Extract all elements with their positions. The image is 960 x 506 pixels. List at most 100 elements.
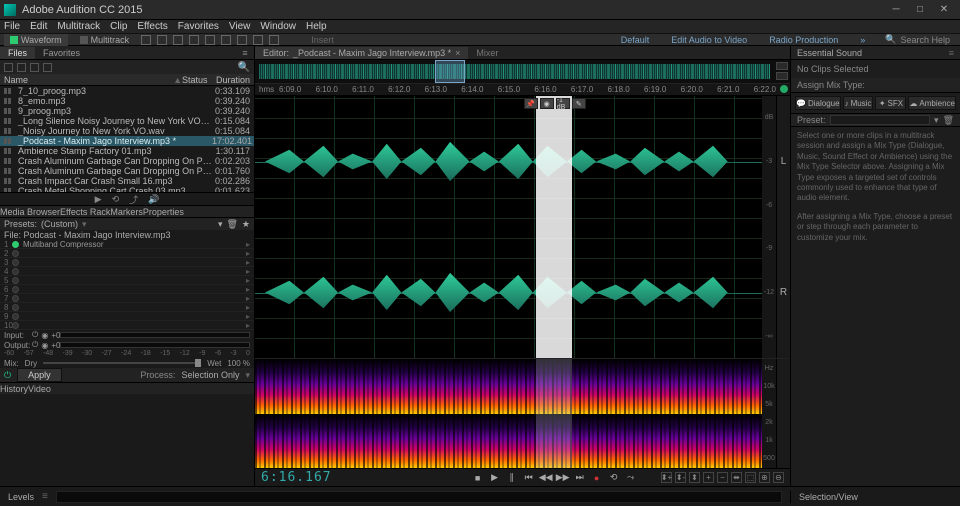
stop-button[interactable]: ■ — [472, 472, 484, 484]
zoom-reset-amp-icon[interactable]: ⬍ — [689, 472, 700, 483]
tool-marquee-icon[interactable] — [221, 35, 231, 45]
panel-menu-icon[interactable]: ≡ — [949, 48, 954, 58]
mixtype-sfx-button[interactable]: ✦SFX — [875, 96, 906, 110]
channel-right[interactable] — [255, 227, 762, 358]
output-power-icon[interactable]: ⏻ — [32, 340, 38, 350]
pause-button[interactable]: ∥ — [506, 472, 518, 484]
tab-media-browser[interactable]: Media Browser — [0, 207, 60, 217]
slot-power-icon[interactable] — [12, 286, 19, 293]
menu-view[interactable]: View — [229, 21, 251, 32]
effect-slot[interactable]: 2▸ — [0, 249, 254, 258]
filter-icon[interactable]: 🔍 — [238, 62, 250, 73]
autoplay-icon[interactable]: ⤴ — [129, 193, 138, 206]
slot-power-icon[interactable] — [12, 250, 19, 257]
zoom-out-time-icon[interactable]: − — [717, 472, 728, 483]
es-preset-dropdown[interactable] — [830, 115, 931, 125]
workspace-edit-audio[interactable]: Edit Audio to Video — [663, 35, 755, 45]
view-waveform-button[interactable]: Waveform — [4, 34, 68, 46]
slot-menu-icon[interactable]: ▸ — [246, 303, 250, 312]
file-row[interactable]: _Noisy Journey to New York VO.wav0:15.08… — [0, 126, 254, 136]
zoom-in-time-icon[interactable]: + — [703, 472, 714, 483]
timecode[interactable]: 6:16.167 — [261, 470, 332, 485]
workspace-radio[interactable]: Radio Production — [761, 35, 846, 45]
col-status[interactable]: Status — [182, 75, 212, 85]
spectral-canvas[interactable] — [255, 359, 762, 468]
slot-menu-icon[interactable]: ▸ — [246, 321, 250, 330]
file-row[interactable]: Crash Aluminum Garbage Can Dropping On P… — [0, 166, 254, 176]
minimize-button[interactable]: ─ — [884, 2, 908, 18]
slot-menu-icon[interactable]: ▸ — [246, 249, 250, 258]
spectral-display[interactable]: Hz10k5k2k1k500 — [255, 358, 790, 468]
menu-edit[interactable]: Edit — [30, 21, 47, 32]
presets-dropdown-icon[interactable]: ▾ — [82, 219, 87, 230]
tab-files[interactable]: Files — [0, 47, 35, 59]
overview-waveform[interactable] — [255, 60, 790, 84]
hud-edit-icon[interactable]: ✎ — [572, 98, 586, 109]
goto-end-button[interactable]: ⏭ — [574, 472, 586, 484]
slot-power-icon[interactable] — [12, 241, 19, 248]
tool-hud-icon[interactable] — [141, 35, 151, 45]
levels-menu-icon[interactable]: ≡ — [42, 491, 48, 502]
tab-close-icon[interactable]: × — [455, 48, 460, 58]
hud-gain-knob[interactable]: ◉ — [540, 98, 554, 109]
slot-menu-icon[interactable]: ▸ — [246, 294, 250, 303]
tool-spectral-icon[interactable] — [157, 35, 167, 45]
playhead-indicator-icon[interactable] — [780, 85, 788, 93]
tool-time-select-icon[interactable] — [205, 35, 215, 45]
slot-menu-icon[interactable]: ▸ — [246, 267, 250, 276]
mixtype-music-button[interactable]: ♪Music — [843, 96, 874, 110]
tab-effects-rack[interactable]: Effects Rack — [60, 207, 110, 217]
close-button[interactable]: ✕ — [932, 2, 956, 18]
zoom-out-amp-icon[interactable]: ⬍- — [675, 472, 686, 483]
tab-levels[interactable]: Levels — [0, 491, 42, 503]
col-duration[interactable]: Duration — [212, 75, 250, 85]
fav-preset-icon[interactable]: ★ — [242, 219, 250, 230]
channel-left[interactable] — [255, 96, 762, 227]
file-row[interactable]: 7_10_proog.mp30:33.109 — [0, 86, 254, 96]
effect-slot[interactable]: 4▸ — [0, 267, 254, 276]
save-preset-icon[interactable]: ▾ — [218, 219, 223, 230]
tab-markers[interactable]: Markers — [110, 207, 143, 217]
menu-multitrack[interactable]: Multitrack — [57, 21, 100, 32]
channel-l-icon[interactable]: L — [777, 96, 790, 227]
menu-effects[interactable]: Effects — [137, 21, 167, 32]
workspace-default[interactable]: Default — [613, 35, 658, 45]
skip-selection-button[interactable]: ⤳ — [625, 472, 637, 484]
overview-nav-icon[interactable] — [776, 62, 788, 70]
tab-essential-sound[interactable]: Essential Sound — [797, 48, 862, 58]
hud-db-value[interactable]: -1 dB — [556, 98, 570, 109]
effect-slot[interactable]: 5▸ — [0, 276, 254, 285]
waveform-canvas[interactable]: 📌 ◉ -1 dB ✎ — [255, 96, 762, 358]
effect-slot[interactable]: 6▸ — [0, 285, 254, 294]
slot-power-icon[interactable] — [12, 268, 19, 275]
channel-r-icon[interactable]: R — [777, 227, 790, 358]
menu-window[interactable]: Window — [260, 21, 296, 32]
goto-start-button[interactable]: ⏮ — [523, 472, 535, 484]
new-file-icon[interactable] — [17, 63, 26, 72]
effect-slot[interactable]: 3▸ — [0, 258, 254, 267]
spectral-selection[interactable] — [536, 359, 571, 468]
tool-razor-icon[interactable] — [189, 35, 199, 45]
time-selection[interactable] — [536, 96, 571, 358]
tab-selection-view[interactable]: Selection/View — [790, 491, 960, 503]
slot-power-icon[interactable] — [12, 313, 19, 320]
file-list[interactable]: 7_10_proog.mp30:33.1098_emo.mp30:39.2409… — [0, 86, 254, 192]
file-row[interactable]: _Long Silence Noisy Journey to New York … — [0, 116, 254, 126]
mixtype-dialogue-button[interactable]: 💬Dialogue — [795, 96, 841, 110]
panel-menu-icon[interactable]: ≡ — [240, 48, 250, 58]
input-gain-knob[interactable]: ◉ — [41, 331, 48, 340]
file-row[interactable]: Crash Impact Car Crash Small 16.mp30:02.… — [0, 176, 254, 186]
overview-list-icon[interactable] — [776, 72, 788, 80]
tool-brush-icon[interactable] — [253, 35, 263, 45]
mix-slider[interactable] — [43, 362, 201, 364]
file-row[interactable]: Ambience Stamp Factory 01.mp31:30.117 — [0, 146, 254, 156]
play-button[interactable]: ▶ — [489, 472, 501, 484]
forward-button[interactable]: ▶▶ — [557, 472, 569, 484]
tab-favorites[interactable]: Favorites — [35, 47, 88, 59]
slot-menu-icon[interactable]: ▸ — [246, 276, 250, 285]
menu-favorites[interactable]: Favorites — [178, 21, 219, 32]
effect-slot[interactable]: 8▸ — [0, 303, 254, 312]
view-multitrack-button[interactable]: Multitrack — [74, 34, 136, 46]
slot-menu-icon[interactable]: ▸ — [246, 258, 250, 267]
menu-clip[interactable]: Clip — [110, 21, 127, 32]
